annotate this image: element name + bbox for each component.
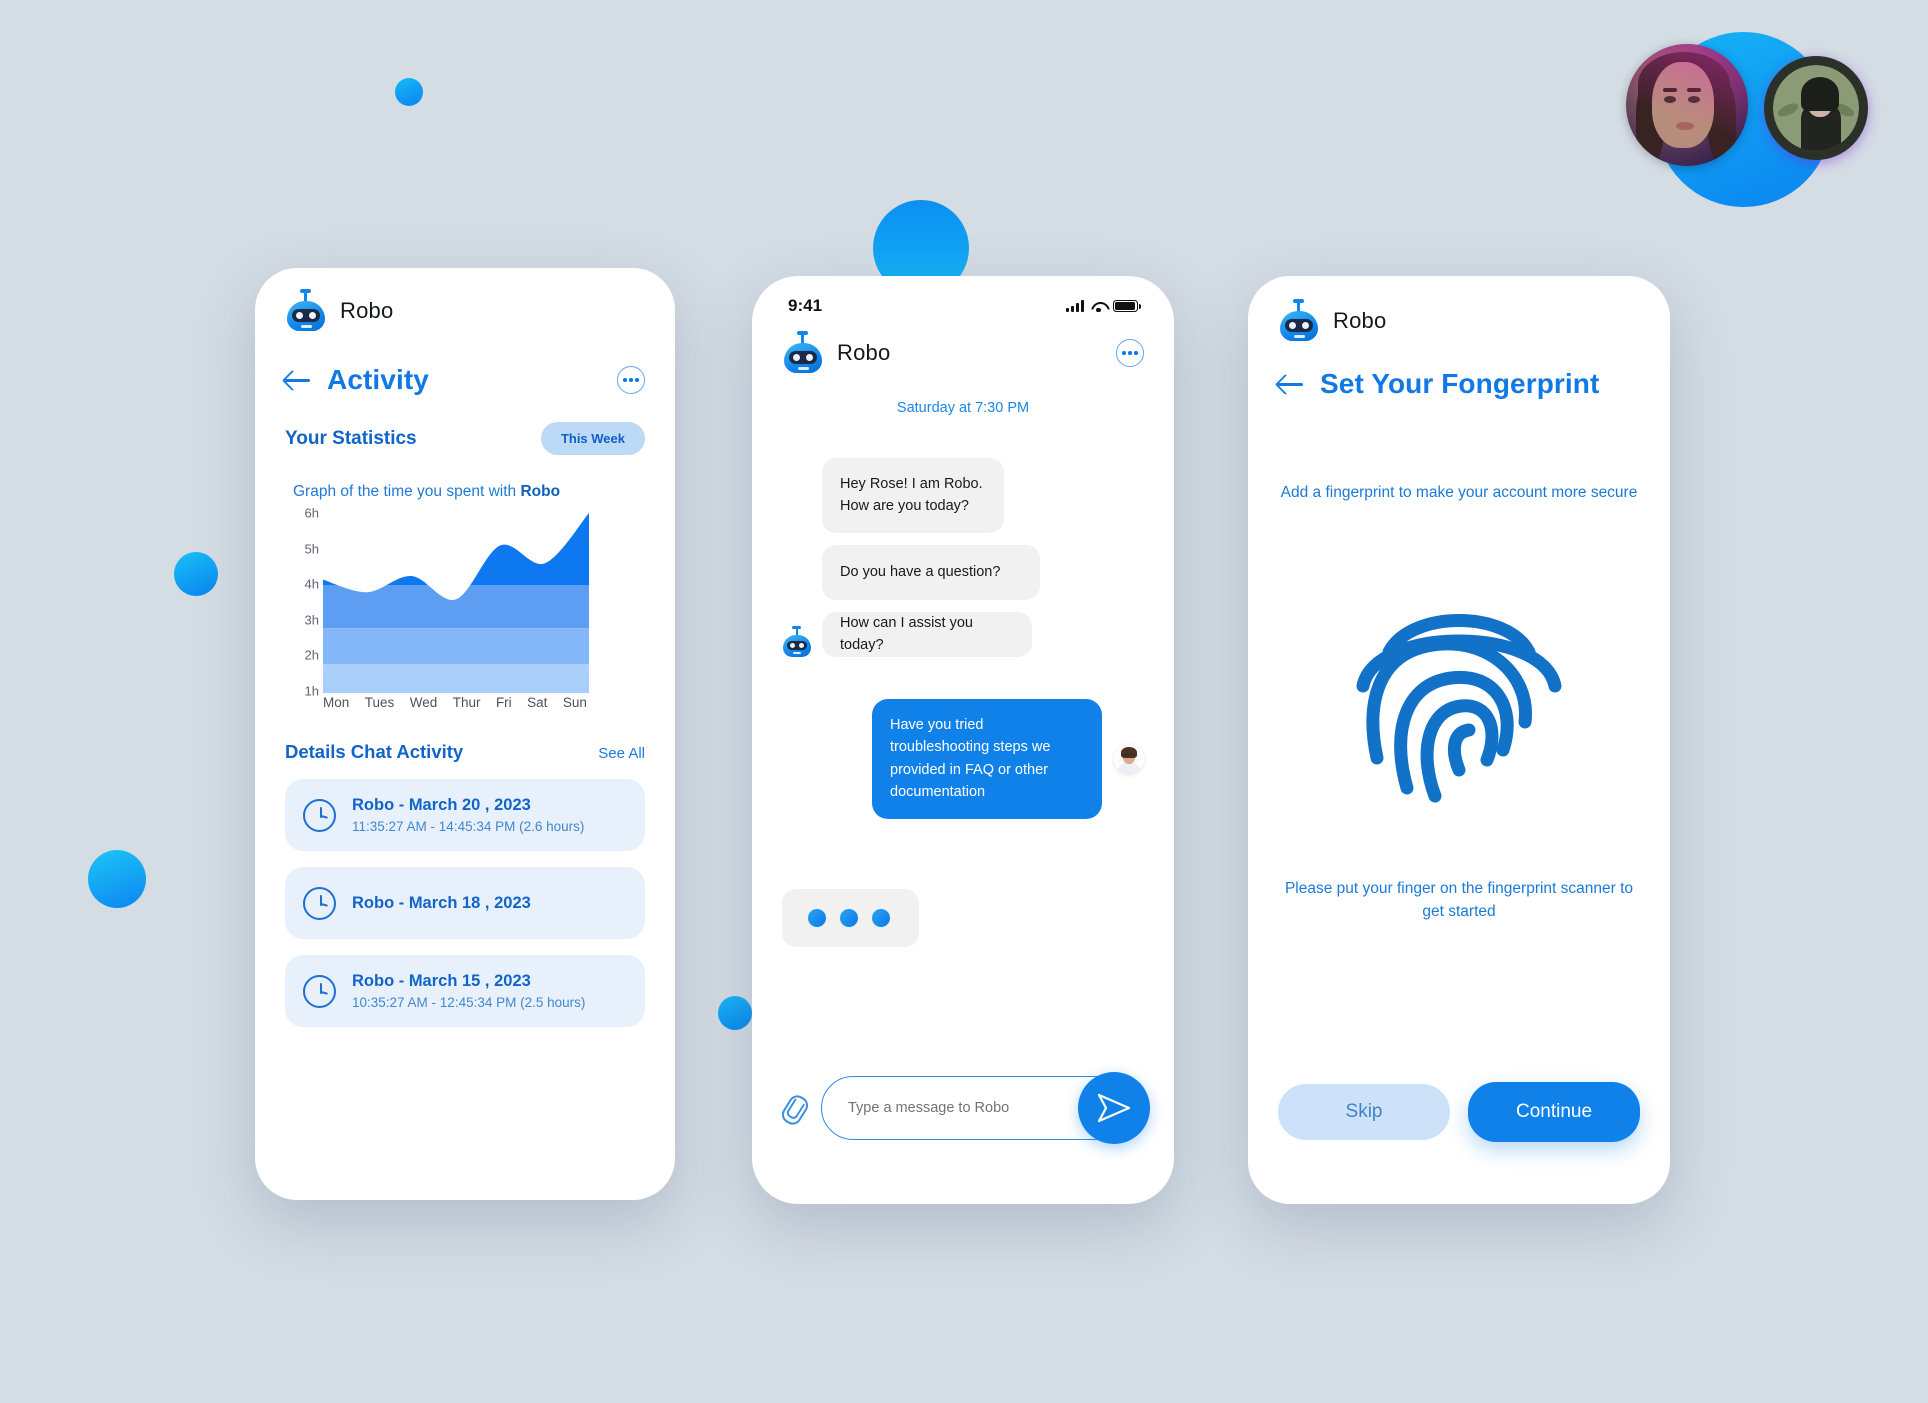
statistics-label: Your Statistics — [285, 427, 417, 449]
chart-ytick: 6h — [304, 505, 319, 521]
skip-button[interactable]: Skip — [1278, 1084, 1450, 1140]
message-bubble: How can I assist you today? — [822, 611, 1032, 657]
chart-ytick: 3h — [304, 612, 319, 628]
period-filter-pill[interactable]: This Week — [540, 422, 645, 455]
robo-logo-icon — [1278, 299, 1320, 342]
continue-button[interactable]: Continue — [1468, 1082, 1640, 1142]
cellular-signal-icon — [1066, 300, 1084, 312]
fingerprint-instruction: Please put your finger on the fingerprin… — [1284, 880, 1634, 920]
page-title: Set Your Fongerprint — [1320, 368, 1600, 399]
phone-screen-chat: 9:41 Robo Saturday at 7:30 PM Hey Rose! … — [752, 276, 1174, 1204]
wifi-icon — [1091, 301, 1106, 313]
list-item[interactable]: Robo - March 20 , 2023 11:35:27 AM - 14:… — [285, 779, 645, 851]
battery-icon — [1113, 300, 1141, 312]
page-title: Activity — [327, 364, 429, 395]
activity-name: Robo - March 18 , 2023 — [352, 893, 531, 912]
chart-xtick: Sat — [527, 695, 548, 710]
typing-indicator-row — [782, 888, 1144, 947]
decor-circle-center-lower — [718, 996, 752, 1030]
chart-xtick: Sun — [562, 695, 587, 710]
chart-ytick: 1h — [304, 683, 319, 699]
phone-screen-activity: Robo Activity Your Statistics This Week … — [255, 268, 675, 1200]
see-all-link[interactable]: See All — [598, 745, 645, 762]
activity-time: 10:35:27 AM - 12:45:34 PM (2.5 hours) — [352, 995, 586, 1010]
chart-ytick: 5h — [304, 541, 319, 557]
status-bar-time: 9:41 — [788, 296, 823, 315]
brand-row: Robo — [285, 289, 645, 332]
brand-name: Robo — [1333, 308, 1387, 333]
robo-avatar-icon — [782, 625, 812, 657]
list-item[interactable]: Robo - March 15 , 2023 10:35:27 AM - 12:… — [285, 955, 645, 1027]
message-bubble: Have you tried troubleshooting steps we … — [872, 698, 1102, 819]
decor-circle-left-lower — [88, 850, 146, 908]
activity-name: Robo - March 20 , 2023 — [352, 796, 531, 814]
clock-icon — [303, 974, 336, 1008]
details-title: Details Chat Activity — [285, 741, 464, 762]
back-arrow-icon[interactable] — [285, 369, 311, 391]
decor-circle-left-mid — [174, 552, 218, 596]
chat-date-divider: Saturday at 7:30 PM — [896, 400, 1030, 416]
chart-xtick: Mon — [323, 695, 350, 710]
fingerprint-title-row: Set Your Fongerprint — [1278, 368, 1640, 400]
details-header: Details Chat Activity See All — [285, 741, 645, 763]
avatar-user-photo — [1626, 44, 1748, 166]
back-arrow-icon[interactable] — [1278, 373, 1304, 395]
message-row-bot: Hey Rose! I am Robo. How are you today? — [782, 458, 1144, 533]
status-bar: 9:41 — [782, 296, 1144, 316]
chart-ytick: 2h — [304, 647, 319, 663]
chat-header: Robo — [782, 331, 1144, 374]
robo-logo-icon — [782, 331, 824, 374]
decor-circle-small-top — [395, 78, 423, 106]
typing-indicator — [782, 888, 919, 947]
message-composer — [780, 1072, 1150, 1144]
fingerprint-icon — [1356, 614, 1562, 803]
fingerprint-actions: Skip Continue — [1278, 1082, 1640, 1142]
graph-caption: Graph of the time you spent with Robo — [293, 483, 645, 501]
activity-name: Robo - March 15 , 2023 — [352, 972, 531, 990]
activity-title-row: Activity — [285, 364, 645, 396]
message-row-bot: Do you have a question? — [782, 544, 1144, 600]
graph-caption-brand: Robo — [520, 483, 561, 500]
message-row-bot: How can I assist you today? — [782, 611, 1144, 657]
send-icon — [1097, 1093, 1131, 1123]
chart-plot-area — [323, 513, 589, 693]
message-bubble: Do you have a question? — [822, 544, 1040, 600]
chart-xtick: Tues — [364, 695, 395, 710]
statistics-row: Your Statistics This Week — [285, 422, 645, 455]
attachment-icon[interactable] — [780, 1093, 807, 1123]
list-item[interactable]: Robo - March 18 , 2023 — [285, 867, 645, 939]
user-avatar — [1114, 743, 1144, 774]
chart-x-axis: Mon Tues Wed Thur Fri Sat Sun — [323, 695, 587, 710]
activity-area-chart: 1h 2h 3h 4h 5h 6h Mon Tues Wed Thur Fri … — [285, 506, 645, 713]
message-list: Hey Rose! I am Robo. How are you today? … — [782, 458, 1144, 947]
clock-icon — [303, 886, 336, 920]
more-options-icon[interactable] — [617, 366, 645, 394]
more-options-icon[interactable] — [1116, 339, 1144, 367]
send-button[interactable] — [1078, 1072, 1150, 1144]
chart-ytick: 4h — [304, 576, 319, 592]
brand-name: Robo — [340, 298, 394, 323]
message-bubble: Hey Rose! I am Robo. How are you today? — [822, 458, 1004, 533]
message-row-user: Have you tried troubleshooting steps we … — [782, 698, 1144, 819]
avatar-user-illustration — [1764, 56, 1868, 160]
avatar-cluster — [1626, 10, 1868, 220]
robo-logo-icon — [285, 289, 327, 332]
chart-xtick: Thur — [452, 695, 481, 710]
chat-contact-name: Robo — [837, 340, 891, 365]
brand-row: Robo — [1278, 299, 1640, 342]
chart-y-axis: 1h 2h 3h 4h 5h 6h — [285, 506, 319, 699]
phone-screen-fingerprint: Robo Set Your Fongerprint Add a fingerpr… — [1248, 276, 1670, 1204]
clock-icon — [303, 798, 336, 832]
graph-caption-text: Graph of the time you spent with — [293, 483, 521, 500]
chart-xtick: Fri — [495, 695, 512, 710]
fingerprint-description: Add a fingerprint to make your account m… — [1280, 484, 1638, 501]
chart-xtick: Wed — [409, 695, 438, 710]
fingerprint-icon-wrap — [1278, 582, 1640, 804]
activity-time: 11:35:27 AM - 14:45:34 PM (2.6 hours) — [352, 819, 585, 834]
